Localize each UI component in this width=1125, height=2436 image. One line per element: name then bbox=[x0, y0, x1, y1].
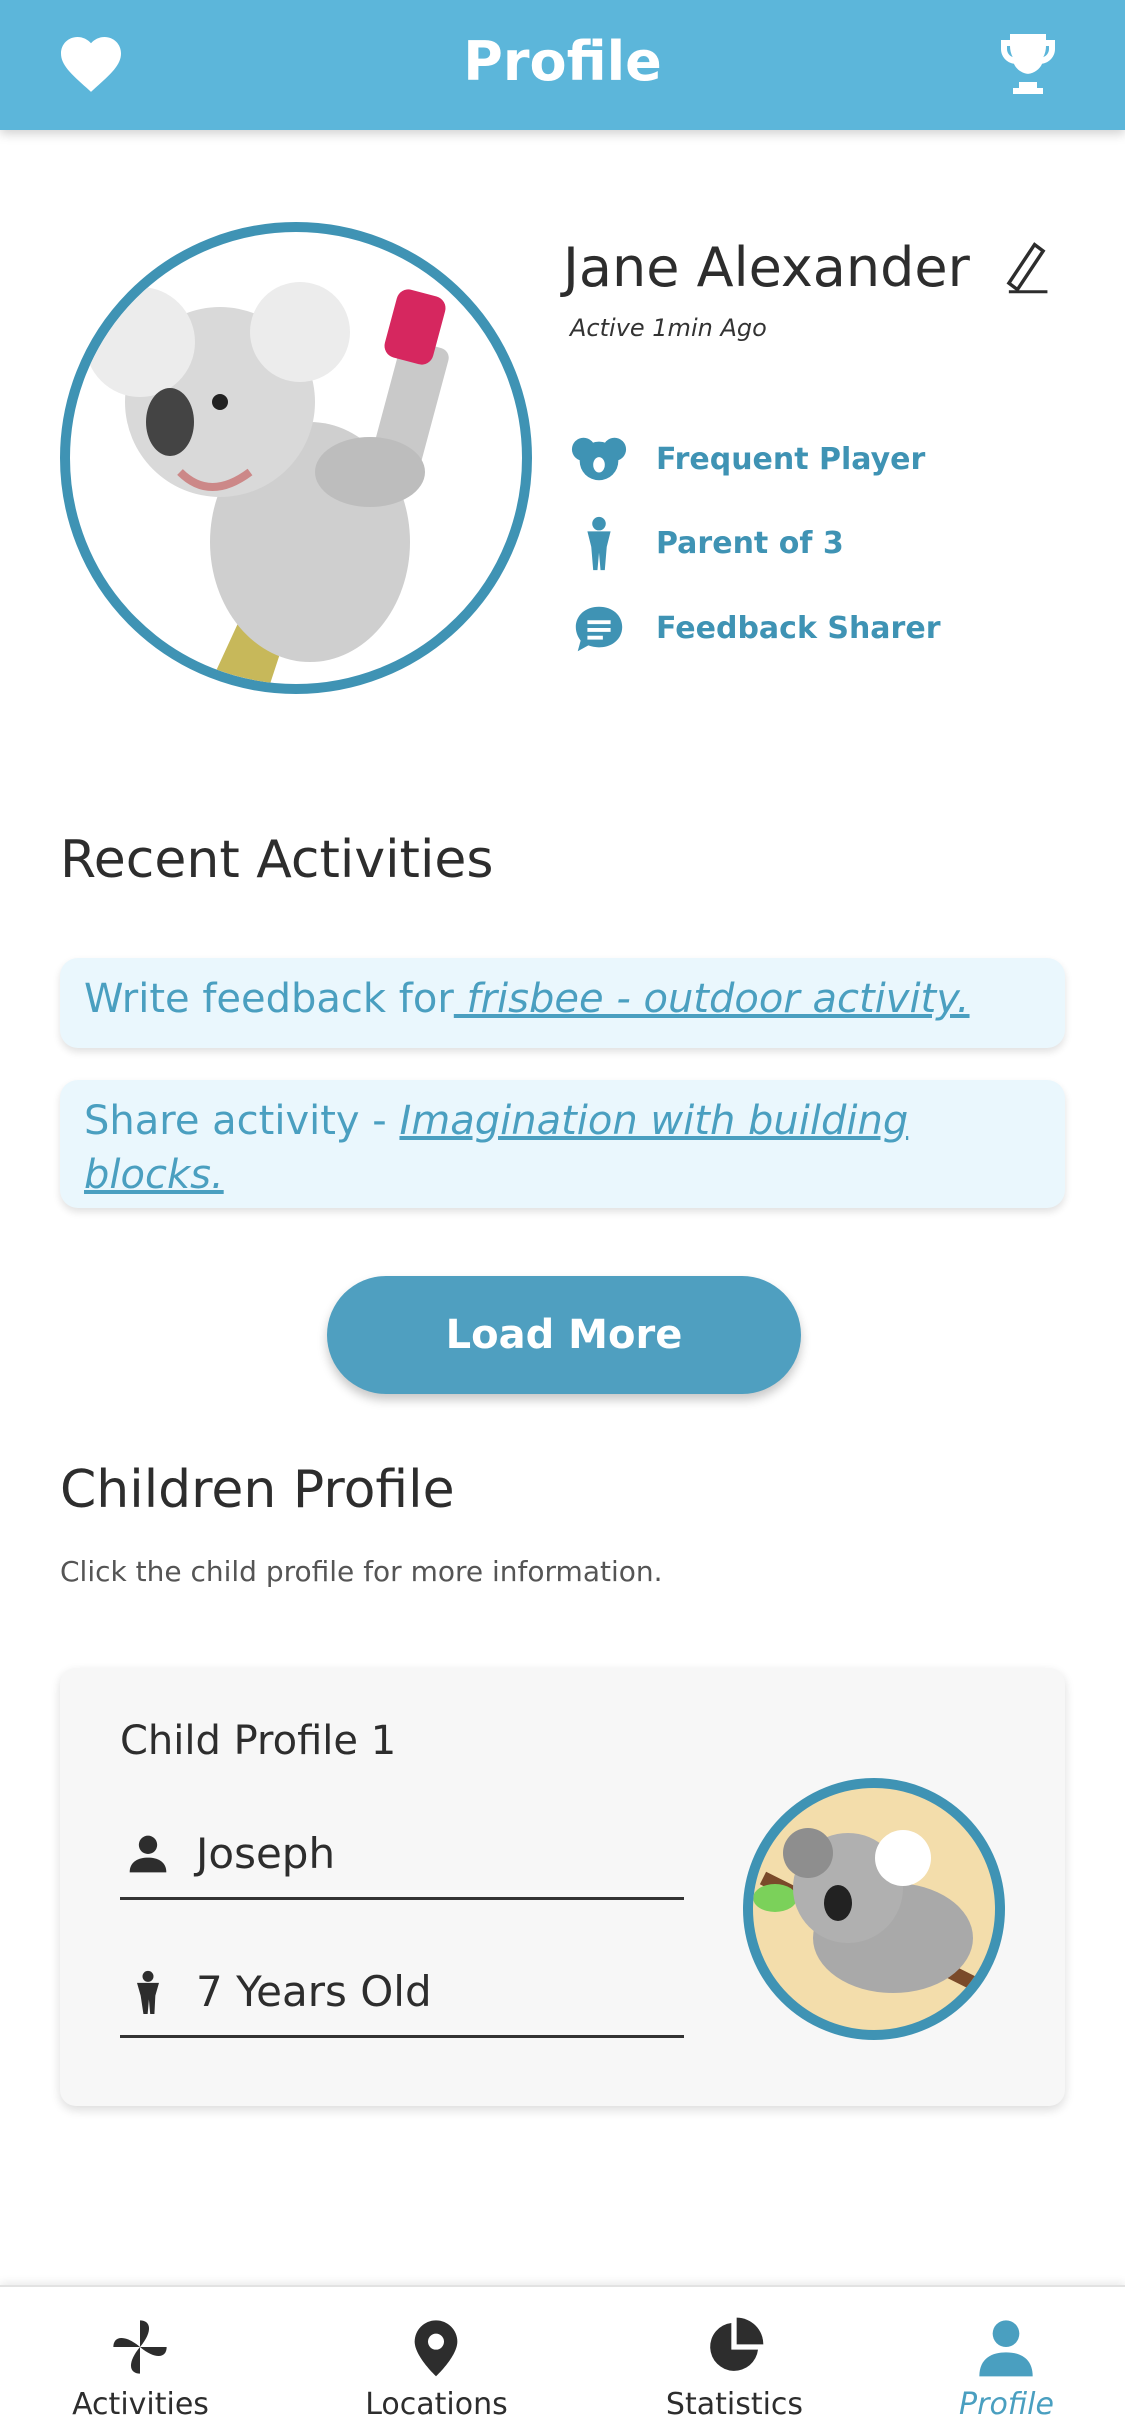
app-header: Profile bbox=[0, 0, 1125, 130]
nav-label: Activities bbox=[72, 2387, 209, 2422]
nav-locations[interactable]: Locations bbox=[296, 2287, 577, 2436]
sleeping-koala-illustration bbox=[753, 1828, 987, 1995]
location-pin-icon bbox=[414, 2320, 458, 2377]
child-avatar[interactable] bbox=[743, 1778, 1005, 2040]
profile-name: Jane Alexander bbox=[563, 236, 970, 299]
bottom-navigation: Activities Locations Statistics Profile bbox=[0, 2285, 1125, 2436]
activity-link[interactable]: frisbee - outdoor activity. bbox=[454, 976, 970, 1022]
page-title: Profile bbox=[463, 30, 662, 93]
children-profile-subtitle: Click the child profile for more informa… bbox=[60, 1555, 663, 1588]
activity-prefix: Write feedback for bbox=[84, 976, 454, 1022]
koala-icon bbox=[571, 437, 627, 481]
trophy-icon[interactable] bbox=[992, 28, 1064, 100]
badge-feedback: Feedback Sharer bbox=[570, 600, 941, 656]
badge-label: Parent of 3 bbox=[656, 525, 844, 561]
child-icon bbox=[587, 516, 611, 571]
load-more-button[interactable]: Load More bbox=[327, 1276, 801, 1394]
child-age: 7 Years Old bbox=[196, 1967, 432, 2016]
activity-item[interactable]: Write feedback for frisbee - outdoor act… bbox=[60, 958, 1065, 1048]
chat-icon bbox=[575, 606, 623, 652]
child-profile-card[interactable]: Child Profile 1 Joseph 7 Years Old bbox=[60, 1668, 1065, 2106]
child-age-field: 7 Years Old bbox=[120, 1948, 684, 2038]
badge-label: Feedback Sharer bbox=[656, 610, 941, 646]
person-icon bbox=[979, 2320, 1033, 2377]
nav-profile[interactable]: Profile bbox=[866, 2287, 1125, 2436]
koala-illustration bbox=[85, 282, 449, 684]
activity-item[interactable]: Share activity - Imagination with buildi… bbox=[60, 1080, 1065, 1208]
nav-label: Profile bbox=[959, 2387, 1054, 2422]
child-icon bbox=[137, 1970, 159, 2014]
active-status: Active 1min Ago bbox=[570, 314, 767, 342]
children-profile-title: Children Profile bbox=[60, 1460, 455, 1520]
profile-avatar[interactable] bbox=[60, 222, 532, 694]
badge-label: Frequent Player bbox=[656, 441, 926, 477]
activity-prefix: Share activity - bbox=[84, 1098, 400, 1144]
person-icon bbox=[129, 1835, 167, 1872]
badge-frequent-player: Frequent Player bbox=[570, 431, 925, 487]
recent-activities-title: Recent Activities bbox=[60, 830, 494, 890]
nav-activities[interactable]: Activities bbox=[0, 2287, 281, 2436]
edit-pencil-icon[interactable] bbox=[1000, 236, 1052, 296]
child-profile-title: Child Profile 1 bbox=[120, 1718, 397, 1764]
nav-statistics[interactable]: Statistics bbox=[594, 2287, 875, 2436]
pie-chart-icon bbox=[710, 2317, 764, 2371]
child-name-field: Joseph bbox=[120, 1810, 684, 1900]
nav-label: Statistics bbox=[665, 2387, 804, 2422]
badge-parent: Parent of 3 bbox=[570, 515, 844, 571]
pinwheel-icon bbox=[113, 2320, 167, 2374]
child-name: Joseph bbox=[196, 1829, 336, 1878]
nav-label: Locations bbox=[365, 2387, 508, 2422]
